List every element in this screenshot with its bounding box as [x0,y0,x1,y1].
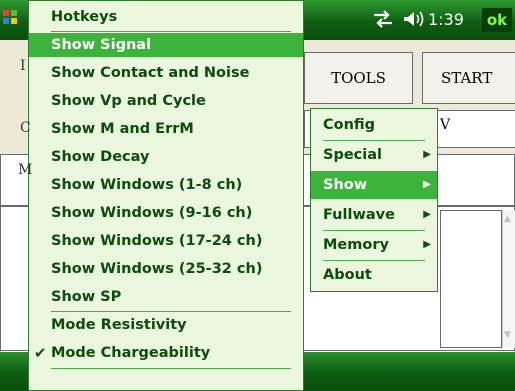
tools-submenu: Config Special ▶ Show ▶ Fullwave ▶ Memor… [310,108,438,292]
ok-button[interactable]: ok [482,8,512,32]
left-fragment: I [20,58,26,74]
start-button[interactable]: START [422,52,515,104]
speaker-icon[interactable] [400,10,424,32]
submenu-item-show-label: Show [323,177,368,193]
menu-item-show-decay[interactable]: Show Decay [51,145,149,169]
submenu-arrow-icon: ▶ [423,209,431,220]
tools-button[interactable]: TOOLS [304,52,413,104]
side-panel [440,210,502,348]
scrollbar[interactable] [502,210,515,348]
windows-flag-icon[interactable] [2,8,18,31]
menu-item-show-m-errm[interactable]: Show M and ErrM [51,117,194,141]
menu-separator [51,31,291,32]
menu-separator [51,311,291,312]
scroll-up-icon[interactable]: ▲ [504,214,511,224]
submenu-arrow-icon: ▶ [423,179,431,190]
menu-item-show-sp[interactable]: Show SP [51,285,121,309]
clock-text[interactable]: 1:39 [428,10,464,29]
submenu-item-fullwave-label: Fullwave [323,207,395,223]
menu-item-show-contact-noise[interactable]: Show Contact and Noise [51,61,249,85]
scroll-down-icon[interactable]: ▼ [504,330,511,340]
submenu-item-special[interactable]: Special ▶ [323,141,437,169]
field-fragment: V [440,117,451,133]
submenu-arrow-icon: ▶ [423,239,431,250]
submenu-item-special-label: Special [323,147,382,163]
menu-item-show-vp-cycle[interactable]: Show Vp and Cycle [51,89,206,113]
left-fragment: C [20,120,31,136]
submenu-arrow-icon: ▶ [423,149,431,160]
submenu-item-fullwave[interactable]: Fullwave ▶ [323,201,437,229]
menu-item-show-windows-25-32[interactable]: Show Windows (25-32 ch) [51,257,262,281]
submenu-item-about[interactable]: About [323,261,437,289]
menu-separator [51,368,291,369]
menu-item-show-signal[interactable]: Show Signal [29,33,303,57]
menu-item-show-windows-17-24[interactable]: Show Windows (17-24 ch) [51,229,262,253]
menu-item-show-windows-9-16[interactable]: Show Windows (9-16 ch) [51,201,252,225]
menu-item-hotkeys[interactable]: Hotkeys [51,5,117,29]
menu-item-show-windows-1-8[interactable]: Show Windows (1-8 ch) [51,173,242,197]
submenu-item-config[interactable]: Config [323,111,437,139]
left-fragment: M [18,162,33,178]
submenu-item-memory[interactable]: Memory ▶ [323,231,437,259]
menu-item-mode-chargeability[interactable]: Mode Chargeability [51,341,210,365]
submenu-item-memory-label: Memory [323,237,389,253]
checkmark-icon: ✔ [34,344,47,362]
submenu-item-show[interactable]: Show ▶ [311,171,437,199]
connectivity-icon[interactable] [372,10,394,32]
menu-item-mode-resistivity[interactable]: Mode Resistivity [51,313,187,337]
show-dropdown-menu: Hotkeys Show Signal Show Contact and Noi… [28,0,304,391]
